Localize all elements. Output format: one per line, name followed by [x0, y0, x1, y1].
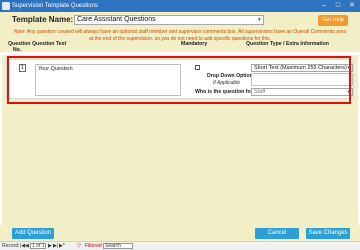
next-record-icon[interactable]: ▶	[48, 242, 52, 250]
template-name-value: Care Assistant Questions	[77, 16, 156, 23]
column-mandatory: Mandatory	[181, 41, 208, 47]
add-question-button[interactable]: Add Question	[12, 228, 54, 239]
minimize-icon[interactable]: –	[318, 0, 330, 12]
filtered-toggle[interactable]: Filtered	[85, 242, 102, 250]
record-label: Record:	[2, 243, 20, 249]
close-icon[interactable]: ✕	[346, 0, 358, 12]
last-record-icon[interactable]: ▶|	[53, 242, 58, 250]
window-titlebar: Supervision Template Questions – □ ✕	[0, 0, 360, 12]
maximize-icon[interactable]: □	[332, 0, 344, 12]
record-position[interactable]: 1 of 1	[30, 243, 46, 249]
highlight-box	[7, 56, 351, 104]
chevron-down-icon: ▼	[257, 17, 262, 23]
column-question-text: Question Text	[32, 41, 67, 47]
column-question-type: Question Type / Extra Information	[246, 41, 329, 47]
template-name-select[interactable]: Care Assistant Questions ▼	[74, 15, 264, 25]
record-navigator: Record: |◀ ◀ 1 of 1 ▶ ▶| ▶* ▽ Filtered S…	[0, 241, 360, 250]
app-icon	[2, 2, 10, 10]
filter-icon[interactable]: ▽	[77, 242, 81, 250]
column-question-no: Question No.	[8, 41, 31, 53]
record-search-input[interactable]: Search	[103, 243, 133, 249]
footer-bar: Add Question Cancel Changes Save Changes	[0, 225, 360, 247]
cancel-changes-button[interactable]: Cancel Changes	[255, 228, 299, 247]
previous-record-icon[interactable]: ◀	[25, 242, 29, 250]
template-name-label: Template Name:	[12, 15, 74, 24]
new-record-icon[interactable]: ▶*	[59, 242, 65, 250]
get-help-button[interactable]: Get Help	[318, 15, 348, 26]
save-changes-button[interactable]: Save Changes	[306, 228, 350, 239]
window-title: Supervision Template Questions	[12, 3, 98, 9]
